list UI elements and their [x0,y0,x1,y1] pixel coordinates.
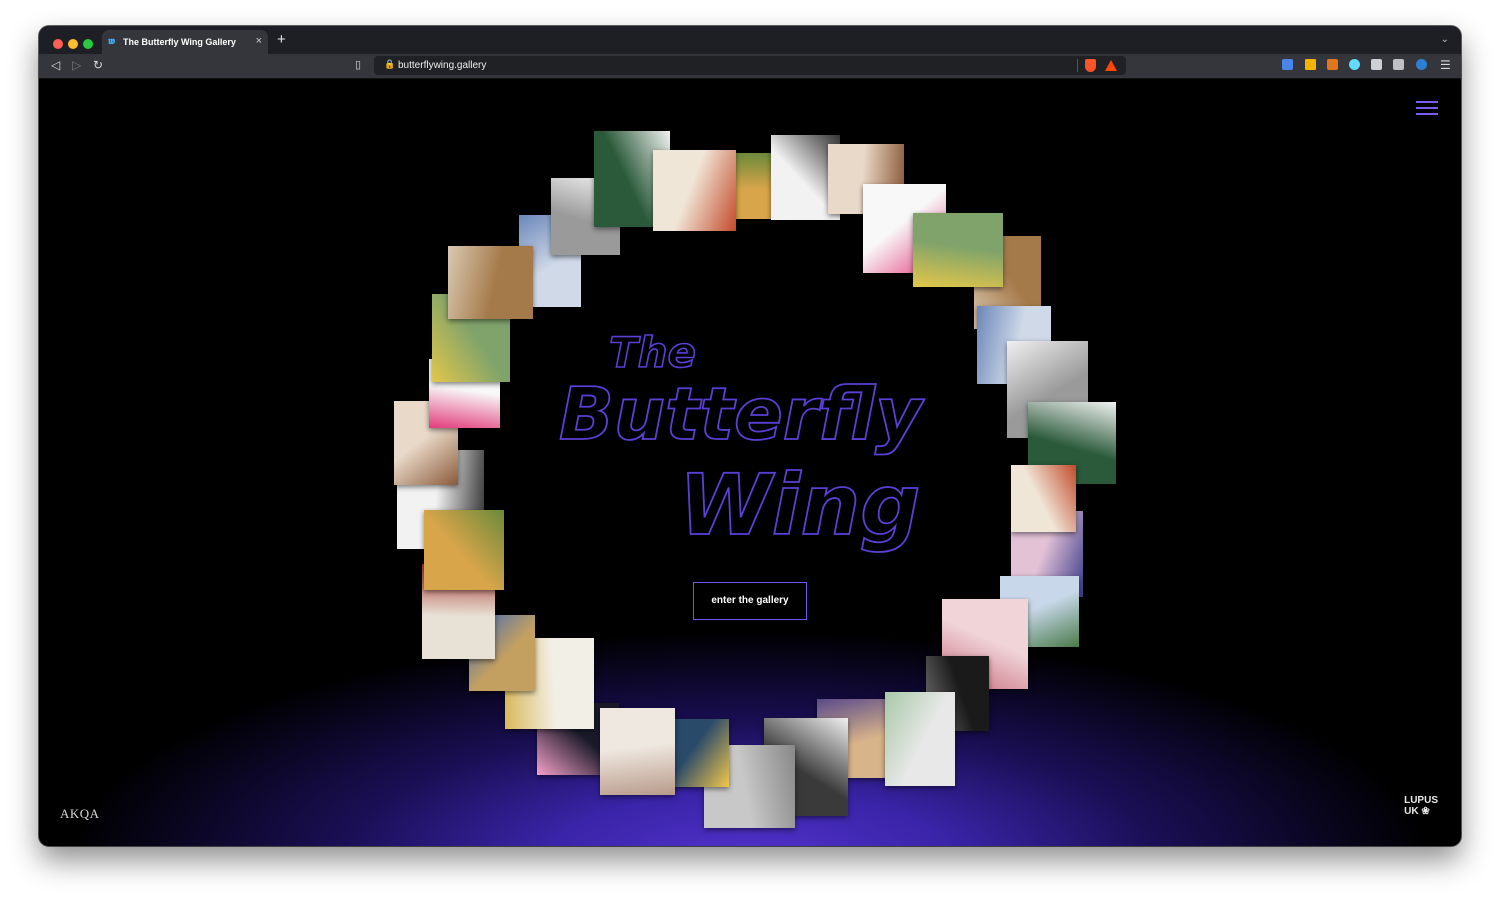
react-devtools-icon[interactable] [1349,59,1360,70]
profile-avatar-icon[interactable] [1416,59,1427,70]
new-tab-button[interactable]: + [277,31,286,48]
lupus-logo-line1: LUPUS [1404,795,1438,806]
window-controls [53,36,98,54]
lupus-uk-logo[interactable]: LUPUS UK ❀ [1404,795,1438,817]
hamburger-menu-icon[interactable] [1416,101,1438,115]
address-bar[interactable]: 🔒 butterflywing.gallery [374,56,1126,75]
browser-window: 𝖜 The Butterfly Wing Gallery × + ⌄ ◁ ▷ ↻… [39,26,1461,846]
artwork-tile[interactable] [1011,464,1077,532]
back-button[interactable]: ◁ [51,58,60,72]
gallery-landing-page: The Butterfly Wing enter the gallery AKQ… [39,79,1461,846]
metamask-fox-icon[interactable] [1327,59,1338,70]
translate-icon[interactable] [1282,59,1293,70]
artwork-tile[interactable] [912,213,1003,288]
minimize-window-button[interactable] [68,39,78,49]
tab-list-chevron-icon[interactable]: ⌄ [1441,34,1449,45]
title-the: The [609,328,696,377]
title-butterfly: Butterfly [559,372,925,456]
reload-button[interactable]: ↻ [93,58,103,72]
lock-icon: 🔒 [384,59,396,69]
artwork-tile[interactable] [424,510,505,591]
brave-shield-icon[interactable] [1085,59,1096,72]
url-text: butterflywing.gallery [398,60,487,71]
tab-title: The Butterfly Wing Gallery [123,37,236,47]
forward-button[interactable]: ▷ [72,58,81,72]
browser-menu-icon[interactable]: ☰ [1440,58,1451,72]
wallet-icon[interactable] [1393,59,1404,70]
lupus-logo-line2: UK ❀ [1404,806,1430,817]
browser-toolbar: ◁ ▷ ↻ ▯ 🔒 butterflywing.gallery ☰ [39,54,1461,79]
extension-honey-icon[interactable] [1305,59,1316,70]
butterfly-wing-title: The Butterfly Wing [558,327,926,555]
close-window-button[interactable] [53,39,63,49]
address-bar-divider [1077,59,1078,72]
artwork-tile[interactable] [447,246,533,320]
extensions-puzzle-icon[interactable] [1371,59,1382,70]
brave-rewards-icon[interactable] [1105,60,1117,71]
butterfly-icon: ❀ [1421,806,1430,817]
butterfly-favicon-icon: 𝖜 [108,36,116,47]
akqa-logo[interactable]: AKQA [60,806,100,822]
artwork-tile[interactable] [653,150,737,232]
artwork-tile[interactable] [599,708,675,796]
enter-gallery-button[interactable]: enter the gallery [693,582,807,620]
browser-tab[interactable]: 𝖜 The Butterfly Wing Gallery × [102,30,268,54]
bookmark-icon[interactable]: ▯ [355,58,361,71]
title-wing: Wing [679,456,920,554]
tab-bar: 𝖜 The Butterfly Wing Gallery × + ⌄ [39,26,1461,54]
maximize-window-button[interactable] [83,39,93,49]
artwork-tile[interactable] [884,691,955,786]
tab-close-button[interactable]: × [256,35,262,47]
